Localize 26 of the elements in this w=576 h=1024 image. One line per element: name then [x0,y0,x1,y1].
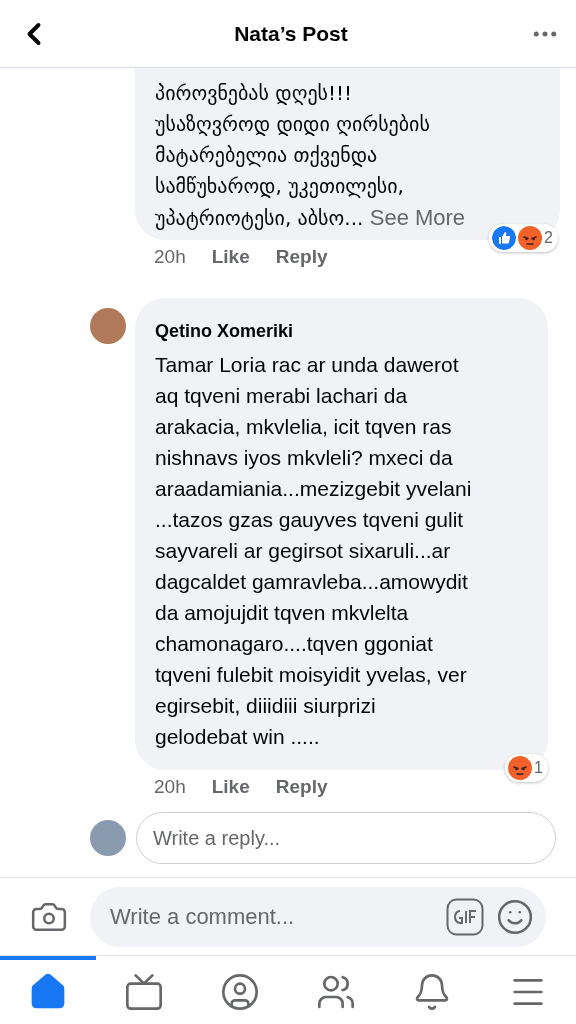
like-link[interactable]: Like [211,772,250,802]
angry-face-reaction-icon [508,756,533,780]
reply-link[interactable]: Reply [275,242,328,272]
comment-time: 20h [154,774,186,799]
angry-face-reaction-icon [518,226,543,250]
like-link[interactable]: Like [211,242,250,272]
reaction-summary[interactable]: 1 [505,754,548,782]
page-title: Nata’s Post [234,20,348,47]
tv-play-icon [124,972,164,1012]
reaction-summary[interactable]: 2 [489,224,558,252]
gif-sticker-icon[interactable] [446,897,484,936]
reply-input-field[interactable]: Write a reply... [136,812,556,864]
avatar-photo-placeholder[interactable] [90,308,126,344]
reply-link[interactable]: Reply [275,772,328,802]
comment-time: 20h [154,244,186,269]
comment-input-field[interactable]: Write a comment... [110,900,434,933]
comment-text: Tamar Loria rac ar unda dawerot aq tqveni merabi lachari da arakacia, mkvlelia, icit tqven ras nishnavs iyos mkvleli? mxeci da araadamiania...mezizgebit yvelani ...tazos gzas gauyves tqveni gulit sayvareli ar gegirsot sixaruli...ar dagcaldet gamravleba...amowydit da amojujdit tqven mkvlelta chamonagaro....tqven ggoniat tqveni fulebit moisyidit yvelas, ver egirsebit, diiidiii siurprizi gelodebat win ..... [155,352,473,750]
comment-author[interactable]: Qetino Xomeriki [155,318,528,345]
user-circle-icon [220,972,260,1012]
reaction-count: 1 [534,758,544,778]
emoji-icon[interactable] [496,897,534,936]
avatar-photo-placeholder [90,820,126,856]
comment-composer[interactable]: Write a comment... [90,886,546,947]
comment-text: პიროვნებას დღეს!!! უსაზღვროდ დიდი ღირსების მატარებელია თქვენდა სამწუხაროდ, უკეთილესი, უპატრიოტესი, აბსო... See More [155,80,467,232]
thumbs-up-reaction-icon [492,226,517,250]
reaction-count: 2 [544,228,554,248]
